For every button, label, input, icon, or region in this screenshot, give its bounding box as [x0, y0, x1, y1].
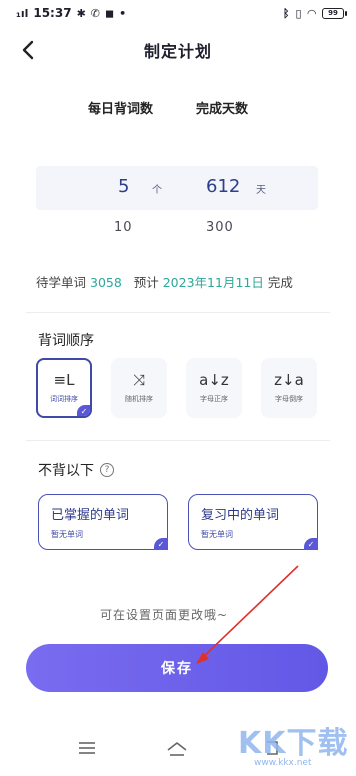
settings-hint: 可在设置页面更改哦~	[100, 608, 229, 622]
order-option-alpha-asc[interactable]: a↓z 字母正序	[186, 358, 242, 418]
order-options: ≡L 词词排序 ✓ ⤨ 随机排序 a↓z 字母正序 z↓a 字母倒序	[0, 358, 356, 422]
check-icon: ✓	[304, 538, 318, 550]
nav-header: 制定计划	[0, 32, 356, 68]
battery-icon: 99	[322, 7, 347, 19]
status-left: ₁ıl 15:37 ✱ ✆ ◼ •	[16, 6, 126, 20]
order-option-alpha-desc[interactable]: z↓a 字母倒序	[261, 358, 317, 418]
chevron-left-icon	[22, 40, 34, 60]
page-title: 制定计划	[143, 42, 212, 61]
skip-option-subtitle: 暂无单词	[51, 530, 83, 539]
battery-level: 99	[328, 9, 338, 17]
status-time: 15:37	[33, 6, 72, 20]
watermark: KK下载 www.kkx.net	[238, 718, 356, 776]
check-icon: ✓	[77, 405, 90, 416]
menu-icon	[79, 742, 95, 754]
pending-count: 3058	[90, 275, 122, 290]
watermark-url: www.kkx.net	[254, 758, 312, 768]
skip-option-title: 已掌握的单词	[51, 508, 130, 523]
finish-date: 2023年11月11日	[162, 275, 264, 290]
notification-icon: ✱	[76, 6, 86, 20]
check-icon: ✓	[154, 538, 168, 550]
help-icon[interactable]: ?	[100, 463, 114, 477]
order-section-title: 背词顺序	[38, 333, 94, 349]
home-icon	[167, 742, 187, 756]
skip-option-reviewing[interactable]: 复习中的单词 暂无单词 ✓	[188, 494, 318, 550]
home-nav-button[interactable]	[166, 740, 188, 762]
sort-desc-icon: z↓a	[274, 370, 304, 389]
order-option-label: 字母正序	[200, 394, 228, 403]
skip-section-title: 不背以下 ?	[38, 460, 114, 480]
order-option-label: 字母倒序	[275, 394, 303, 403]
save-button[interactable]: 保存	[26, 644, 328, 692]
days-unit: 天	[256, 185, 266, 196]
divider	[26, 312, 330, 313]
plan-picker[interactable]: 5 个 612 天	[36, 166, 318, 210]
skip-title-text: 不背以下	[38, 463, 94, 479]
words-unit: 个	[152, 185, 162, 196]
status-bar: ₁ıl 15:37 ✱ ✆ ◼ • ᛒ ▯ ◠ 99	[0, 0, 356, 26]
more-dot-icon: •	[119, 6, 127, 20]
sort-asc-icon: a↓z	[199, 370, 229, 389]
days-header: 完成天数	[196, 102, 249, 117]
order-option-default[interactable]: ≡L 词词排序 ✓	[36, 358, 92, 418]
plan-summary: 待学单词 3058 预计 2023年11月11日 完成	[36, 272, 336, 291]
vibrate-icon: ▯	[295, 6, 302, 20]
menu-nav-button[interactable]	[78, 740, 96, 760]
shuffle-icon: ⤨	[132, 370, 145, 389]
words-value[interactable]: 5	[118, 176, 129, 197]
wifi-icon: ◠	[307, 6, 316, 20]
pending-label: 待学单词	[36, 275, 87, 290]
status-right: ᛒ ▯ ◠ 99	[282, 6, 347, 20]
skip-option-subtitle: 暂无单词	[201, 530, 233, 539]
watermark-logo: KK下载	[238, 726, 349, 761]
list-icon: ≡L	[53, 370, 75, 389]
back-button[interactable]	[14, 34, 42, 66]
days-value[interactable]: 612	[206, 176, 240, 197]
done-label: 完成	[267, 275, 293, 290]
phone-icon: ✆	[90, 6, 100, 20]
words-next-value[interactable]: 10	[114, 220, 133, 235]
days-next-value[interactable]: 300	[206, 220, 234, 235]
order-option-label: 随机排序	[125, 394, 153, 403]
words-per-day-header: 每日背词数	[88, 102, 154, 117]
skip-option-mastered[interactable]: 已掌握的单词 暂无单词 ✓	[38, 494, 168, 550]
signal-icon: ₁ıl	[16, 6, 29, 20]
skip-option-title: 复习中的单词	[201, 508, 280, 523]
divider	[26, 440, 330, 441]
app-icon: ◼	[105, 6, 115, 20]
bluetooth-icon: ᛒ	[282, 6, 290, 20]
picker-headers: 每日背词数 完成天数	[0, 98, 356, 122]
expect-label: 预计	[133, 275, 159, 290]
order-option-random[interactable]: ⤨ 随机排序	[111, 358, 167, 418]
order-option-label: 词词排序	[50, 394, 78, 403]
picker-next-row: 10 300	[0, 220, 356, 240]
